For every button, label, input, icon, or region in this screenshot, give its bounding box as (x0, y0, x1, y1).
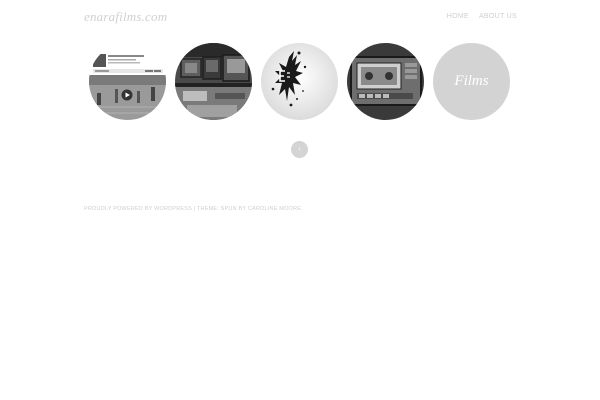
films-label: Films (454, 73, 489, 89)
thumb-video-post[interactable] (89, 43, 166, 120)
post-thumbnails: Films (89, 43, 510, 120)
nav-home[interactable]: HOME (447, 13, 469, 20)
nav-about-us[interactable]: ABOUT US (479, 13, 517, 20)
thumb-studio-post[interactable] (175, 43, 252, 120)
tape-deck-photo-icon (347, 43, 424, 120)
thumb-films-post[interactable]: Films (433, 43, 510, 120)
thumb-tape-deck-post[interactable] (347, 43, 424, 120)
site-title[interactable]: enarafilms.com (84, 9, 167, 25)
site-footer: PROUDLY POWERED BY WORDPRESS | THEME: SP… (84, 206, 303, 212)
page: enarafilms.com HOME ABOUT US Films ‹ PRO… (0, 0, 600, 400)
previous-page-button[interactable]: ‹ (291, 141, 308, 158)
thumb-logo-post[interactable] (261, 43, 338, 120)
video-player-thumbnail-icon (89, 43, 166, 120)
enara-ink-splash-logo-icon (261, 43, 338, 120)
main-nav: HOME ABOUT US (447, 13, 517, 20)
chevron-left-icon: ‹ (298, 146, 301, 153)
studio-equipment-photo-icon (175, 43, 252, 120)
